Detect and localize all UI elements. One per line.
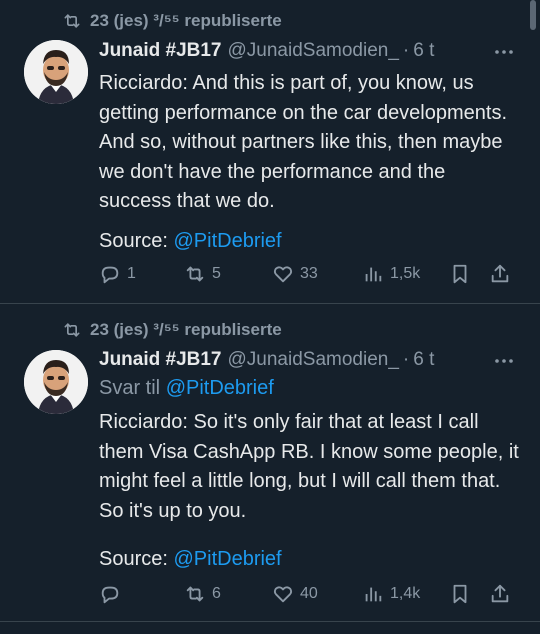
source-mention-link[interactable]: @PitDebrief	[174, 548, 282, 570]
views-icon	[365, 267, 382, 282]
bookmark-icon[interactable]	[449, 583, 471, 605]
action-bar: 6 40 1,4k	[0, 579, 540, 609]
avatar[interactable]	[24, 40, 88, 104]
repost-text: 23 (jes) ³/⁵⁵ republiserte	[90, 11, 282, 30]
share-icon[interactable]	[489, 263, 511, 285]
avatar[interactable]	[24, 350, 88, 414]
heart-icon	[273, 266, 293, 283]
source-label: Source:	[99, 548, 168, 570]
tweet-header: Junaid #JB17 @JunaidSamodien_ · 6 t	[99, 38, 434, 64]
divider	[0, 621, 540, 622]
tweet-source: Source: @PitDebrief	[99, 545, 282, 573]
tweet[interactable]: 23 (jes) ³/⁵⁵ republiserte Junaid #JB17 …	[0, 0, 540, 303]
separator-dot: ·	[402, 40, 410, 61]
separator-dot: ·	[402, 349, 410, 370]
repost-button[interactable]: 5	[184, 259, 221, 289]
repost-count: 6	[212, 585, 221, 602]
more-icon[interactable]	[492, 40, 516, 64]
like-button[interactable]: 33	[272, 259, 318, 289]
action-bar: 1 5 33 1,5k	[0, 259, 540, 289]
bookmark-icon[interactable]	[449, 263, 471, 285]
repost-count: 5	[212, 265, 221, 282]
like-count: 33	[300, 265, 318, 282]
views-button[interactable]: 1,4k	[362, 579, 420, 609]
more-icon[interactable]	[492, 349, 516, 373]
tweet[interactable]: 23 (jes) ³/⁵⁵ republiserte Junaid #JB17 …	[0, 304, 540, 620]
reply-button[interactable]: 1	[99, 259, 136, 289]
repost-button[interactable]: 6	[184, 579, 221, 609]
repost-indicator: 23 (jes) ³/⁵⁵ republiserte	[62, 319, 282, 341]
repost-icon	[64, 323, 80, 337]
tweet-text: Ricciardo: So it's only fair that at lea…	[99, 411, 519, 522]
share-icon[interactable]	[489, 583, 511, 605]
timestamp[interactable]: 6 t	[413, 349, 434, 371]
author-handle[interactable]: @JunaidSamodien_	[228, 40, 399, 62]
views-count: 1,4k	[390, 585, 421, 602]
tweet-source: Source: @PitDebrief	[99, 227, 282, 255]
views-button[interactable]: 1,5k	[362, 259, 420, 289]
views-count: 1,5k	[390, 265, 421, 282]
author-name[interactable]: Junaid #JB17	[99, 349, 222, 371]
like-button[interactable]: 40	[272, 579, 318, 609]
reply-icon	[101, 266, 119, 284]
repost-icon	[64, 14, 80, 28]
timestamp[interactable]: 6 t	[413, 40, 434, 62]
avatar-image	[24, 350, 88, 414]
tweet-header: Junaid #JB17 @JunaidSamodien_ · 6 t	[99, 347, 434, 373]
reply-count: 1	[127, 265, 136, 282]
reply-to-link[interactable]: @PitDebrief	[166, 377, 274, 399]
like-count: 40	[300, 585, 318, 602]
repost-indicator: 23 (jes) ³/⁵⁵ republiserte	[62, 10, 282, 32]
reply-to: Svar til @PitDebrief	[99, 377, 274, 400]
heart-icon	[273, 586, 293, 603]
tweet-text: Ricciardo: And this is part of, you know…	[99, 72, 508, 212]
author-name[interactable]: Junaid #JB17	[99, 40, 222, 62]
avatar-image	[24, 40, 88, 104]
repost-icon	[186, 266, 204, 282]
source-mention-link[interactable]: @PitDebrief	[174, 230, 282, 252]
source-label: Source:	[99, 230, 168, 252]
reply-icon	[101, 586, 119, 604]
repost-icon	[186, 586, 204, 602]
reply-button[interactable]	[99, 579, 127, 609]
author-handle[interactable]: @JunaidSamodien_	[228, 349, 399, 371]
views-icon	[365, 587, 382, 602]
repost-text: 23 (jes) ³/⁵⁵ republiserte	[90, 320, 282, 339]
reply-to-label: Svar til	[99, 377, 161, 399]
